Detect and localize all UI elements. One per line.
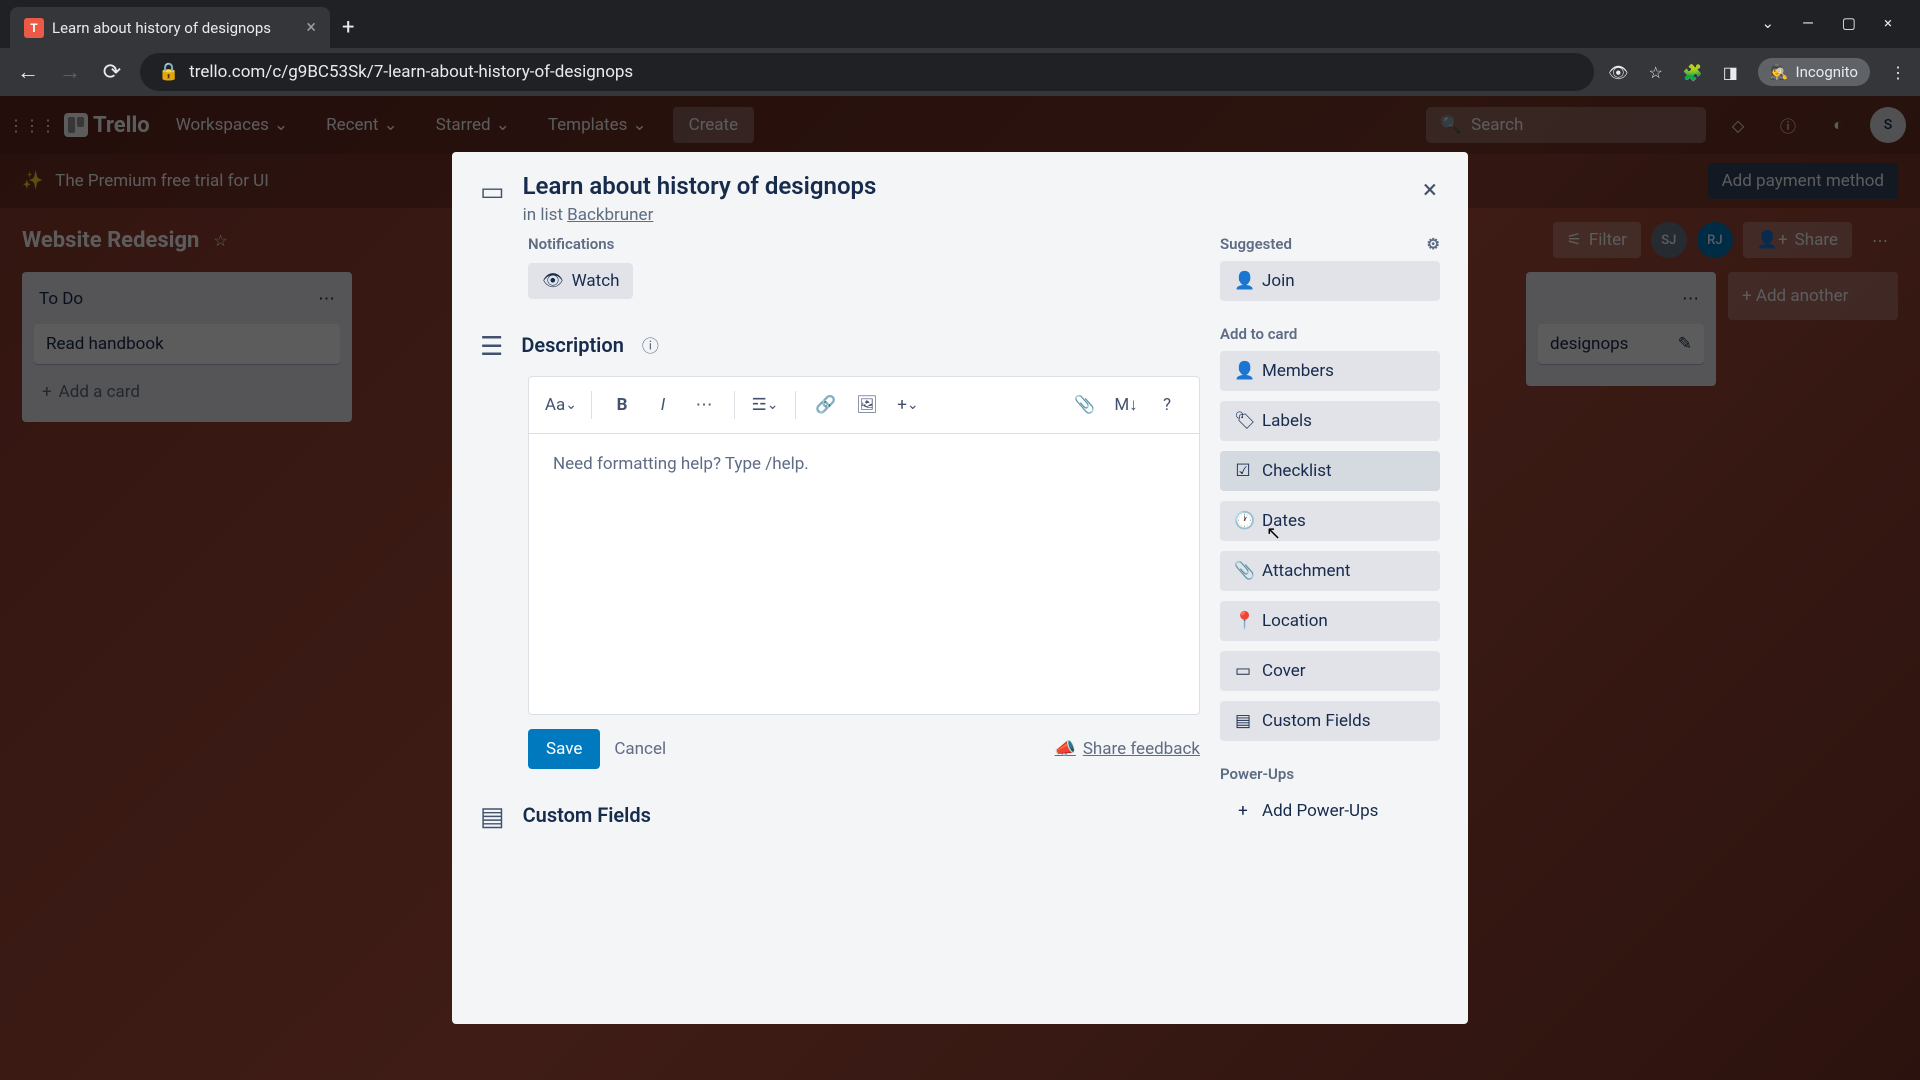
custom-fields-title: Custom Fields (523, 803, 651, 827)
lock-icon: 🔒 (158, 62, 179, 82)
list-link[interactable]: Backbruner (567, 205, 653, 225)
notifications-label: Notifications (528, 235, 1200, 253)
markdown-button[interactable]: M↓ (1108, 387, 1144, 423)
eye-off-icon[interactable]: 👁 (1608, 63, 1628, 82)
plus-icon: + (1234, 801, 1252, 821)
eye-icon: 👁 (542, 271, 564, 291)
tag-icon: 🏷 (1234, 411, 1252, 431)
cancel-button[interactable]: Cancel (614, 739, 666, 759)
browser-menu-icon[interactable]: ⋮ (1890, 63, 1906, 82)
reload-button[interactable]: ⟳ (98, 60, 126, 85)
text-style-button[interactable]: Aa⌄ (543, 387, 579, 423)
card-title[interactable]: Learn about history of designops (523, 172, 1440, 200)
labels-button[interactable]: 🏷Labels (1220, 401, 1440, 441)
add-power-ups-button[interactable]: +Add Power-Ups (1220, 791, 1440, 831)
editor-toolbar: Aa⌄ B I ⋯ ☲⌄ (529, 377, 1199, 434)
watch-label: Watch (572, 271, 620, 291)
add-to-card-label: Add to card (1220, 325, 1440, 343)
close-modal-button[interactable]: × (1410, 170, 1450, 210)
back-button[interactable]: ← (14, 59, 42, 85)
suggested-label: Suggested (1220, 235, 1292, 253)
list-button[interactable]: ☲⌄ (747, 387, 783, 423)
new-tab-button[interactable]: + (330, 7, 366, 48)
description-title: Description (521, 333, 624, 357)
close-tab-icon[interactable]: × (306, 17, 316, 38)
gear-icon[interactable]: ⚙ (1427, 235, 1440, 253)
custom-fields-icon: ▤ (480, 802, 505, 832)
url-text: trello.com/c/g9BC53Sk/7-learn-about-hist… (189, 62, 633, 82)
tab-dropdown-icon[interactable]: ⌄ (1762, 14, 1775, 32)
info-icon[interactable]: ⓘ (642, 332, 659, 357)
bold-button[interactable]: B (604, 387, 640, 423)
paperclip-icon: 📎 (1234, 561, 1252, 581)
maximize-icon[interactable]: ▢ (1842, 14, 1856, 32)
incognito-badge[interactable]: 🕵 Incognito (1758, 58, 1870, 86)
side-panel-icon[interactable]: ◨ (1723, 63, 1738, 82)
more-formatting-button[interactable]: ⋯ (686, 387, 722, 423)
extensions-icon[interactable]: 🧩 (1683, 63, 1703, 82)
dates-button[interactable]: 🕐Dates (1220, 501, 1440, 541)
browser-tab[interactable]: T Learn about history of designops × (10, 7, 330, 48)
join-button[interactable]: 👤Join (1220, 261, 1440, 301)
power-ups-label: Power-Ups (1220, 765, 1440, 783)
trello-favicon: T (24, 18, 44, 38)
megaphone-icon: 📣 (1055, 739, 1076, 759)
custom-fields-button[interactable]: ▤Custom Fields (1220, 701, 1440, 741)
forward-button[interactable]: → (56, 59, 84, 85)
description-icon: ☰ (480, 332, 503, 362)
editor-help-button[interactable]: ? (1149, 387, 1185, 423)
tab-title: Learn about history of designops (52, 19, 298, 37)
incognito-icon: 🕵 (1770, 63, 1789, 81)
location-button[interactable]: 📍Location (1220, 601, 1440, 641)
attachment-button[interactable]: 📎Attachment (1220, 551, 1440, 591)
checklist-button[interactable]: ☑Checklist (1220, 451, 1440, 491)
user-icon: 👤 (1234, 271, 1252, 291)
incognito-label: Incognito (1796, 63, 1858, 81)
members-button[interactable]: 👤Members (1220, 351, 1440, 391)
save-button[interactable]: Save (528, 729, 600, 769)
checklist-icon: ☑ (1234, 461, 1252, 481)
address-bar[interactable]: 🔒 trello.com/c/g9BC53Sk/7-learn-about-hi… (140, 53, 1594, 91)
card-subtitle: in list Backbruner (523, 205, 1440, 225)
modal-sidebar: Suggested ⚙ 👤Join Add to card 👤Members 🏷L… (1220, 235, 1440, 855)
card-header-icon: ▭ (480, 177, 505, 225)
description-editor: Aa⌄ B I ⋯ ☲⌄ (528, 376, 1200, 715)
insert-button[interactable]: + ⌄ (890, 387, 926, 423)
window-controls: ⌄ — ▢ × (1734, 0, 1920, 46)
link-button[interactable]: 🔗 (808, 387, 844, 423)
cover-button[interactable]: ▭Cover (1220, 651, 1440, 691)
clock-icon: 🕐 (1234, 511, 1252, 531)
modal-overlay[interactable]: × ▭ Learn about history of designops in … (0, 96, 1920, 1080)
close-window-icon[interactable]: × (1884, 14, 1892, 32)
attachment-toolbar-button[interactable]: 📎 (1067, 387, 1103, 423)
modal-main-column: Notifications 👁 Watch ☰ Description ⓘ (480, 235, 1200, 855)
cover-icon: ▭ (1234, 661, 1252, 681)
italic-button[interactable]: I (645, 387, 681, 423)
user-icon: 👤 (1234, 361, 1252, 381)
browser-toolbar: ← → ⟳ 🔒 trello.com/c/g9BC53Sk/7-learn-ab… (0, 48, 1920, 96)
image-button[interactable]: 🖼 (849, 387, 885, 423)
card-modal: × ▭ Learn about history of designops in … (452, 152, 1468, 1024)
fields-icon: ▤ (1234, 711, 1252, 731)
minimize-icon[interactable]: — (1802, 14, 1814, 32)
editor-textarea[interactable]: Need formatting help? Type /help. (529, 434, 1199, 714)
watch-button[interactable]: 👁 Watch (528, 263, 633, 299)
browser-tab-strip: T Learn about history of designops × + ⌄… (0, 0, 1920, 48)
pin-icon: 📍 (1234, 611, 1252, 631)
bookmark-star-icon[interactable]: ☆ (1648, 63, 1662, 82)
share-feedback-link[interactable]: 📣 Share feedback (1055, 739, 1200, 759)
